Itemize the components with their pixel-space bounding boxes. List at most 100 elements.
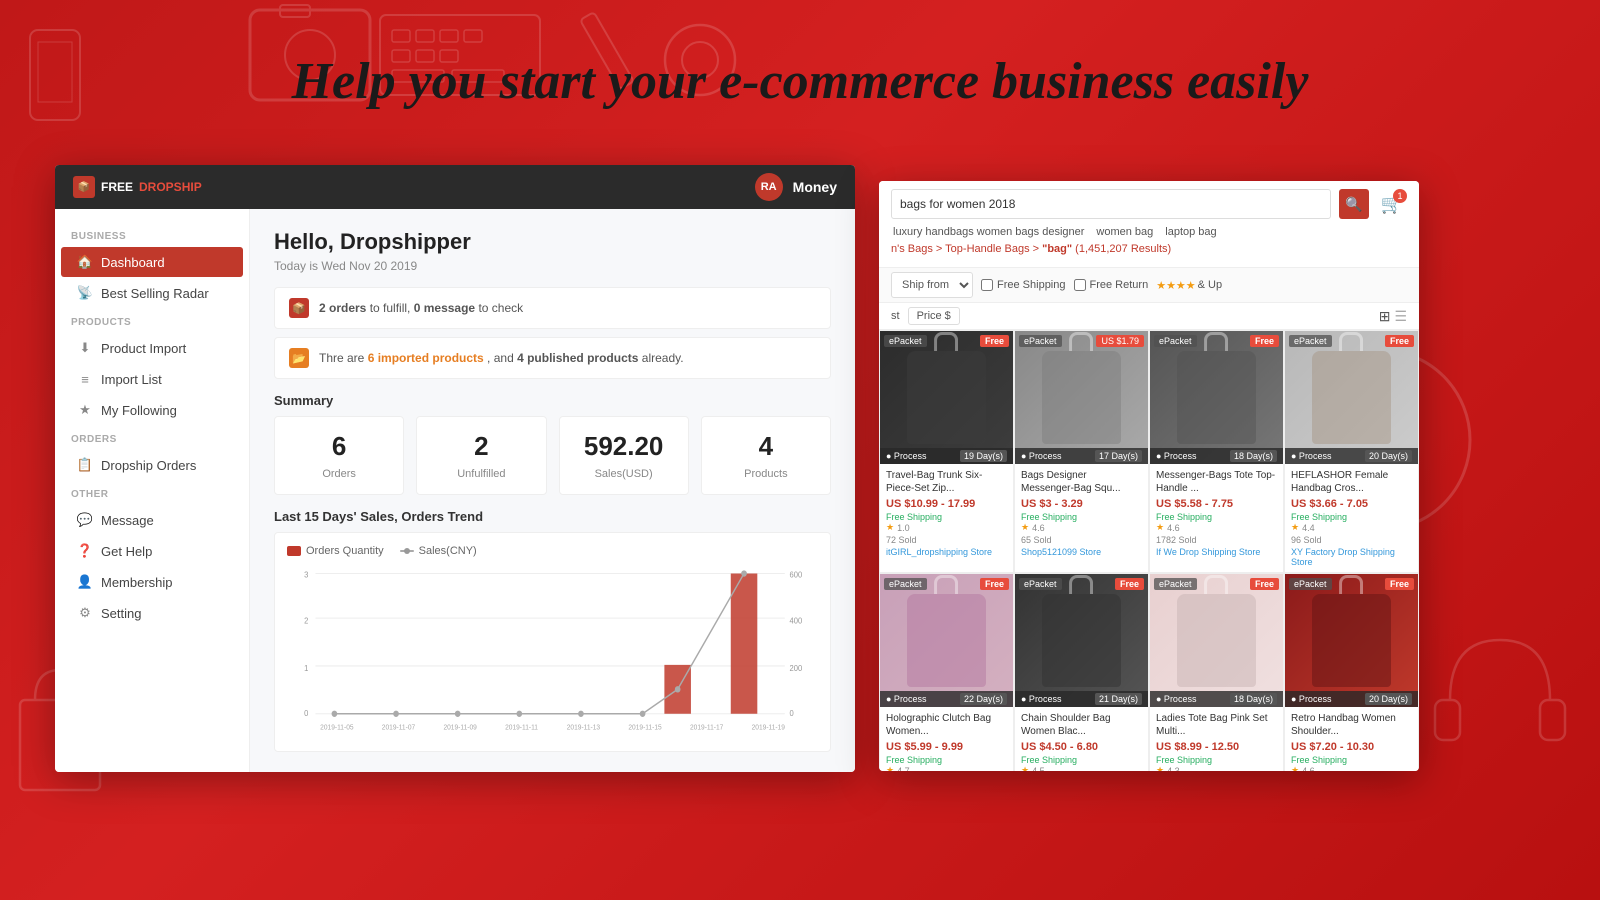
grid-view-icon[interactable]: ⊞ [1379,308,1391,325]
sidebar-item-following[interactable]: ★ My Following [61,395,243,425]
free-shipping-label: Free Shipping [997,279,1066,291]
process-bar-8: ● Process 20 Day(s) [1285,691,1418,707]
sales-value: 592.20 [570,431,678,462]
product-name-4: HEFLASHOR Female Handbag Cros... [1291,469,1412,495]
product-image-3: ePacket Free ● Process 18 Day(s) [1150,331,1283,464]
product-image-8: ePacket Free ● Process 20 Day(s) [1285,574,1418,707]
product-card-5[interactable]: ePacket Free ● Process 22 Day(s) Hologra… [879,573,1014,771]
free-shipping-checkbox[interactable] [981,279,993,291]
product-store-3: If We Drop Shipping Store [1156,547,1277,557]
packet-badge-8: ePacket [1289,578,1332,590]
sidebar-item-membership[interactable]: 👤 Membership [61,567,243,597]
svg-text:2019-11-19: 2019-11-19 [752,724,785,731]
legend-box-orders [287,546,301,556]
legend-line-sales [400,550,414,552]
product-shipping-7: Free Shipping [1156,755,1277,765]
sidebar-section-products: PRODUCTS [55,309,249,332]
product-price-3: US $5.58 - 7.75 [1156,498,1277,510]
price-badge-2: US $1.79 [1096,335,1144,347]
svg-text:2019-11-07: 2019-11-07 [382,724,415,731]
sidebar-item-import-list[interactable]: ≡ Import List [61,364,243,394]
sidebar-label-following: My Following [101,403,177,418]
alert-orders-text: 2 orders to fulfill, 0 message to check [319,301,523,315]
card-sales: 592.20 Sales(USD) [559,416,689,495]
products-label: Products [712,468,820,480]
sort-price-button[interactable]: Price $ [908,307,960,325]
hero-title: Help you start your e-commerce business … [292,52,1309,111]
product-price-8: US $7.20 - 10.30 [1291,741,1412,753]
product-card-2[interactable]: ePacket US $1.79 ● Process 17 Day(s) Bag… [1014,330,1149,573]
product-price-5: US $5.99 - 9.99 [886,741,1007,753]
product-card-7[interactable]: ePacket Free ● Process 18 Day(s) Ladies … [1149,573,1284,771]
svg-text:2019-11-13: 2019-11-13 [567,724,600,731]
product-name-5: Holographic Clutch Bag Women... [886,712,1007,738]
product-info-6: Chain Shoulder Bag Women Blac... US $4.5… [1015,707,1148,771]
sidebar-item-product-import[interactable]: ⬇ Product Import [61,333,243,363]
product-info-2: Bags Designer Messenger-Bag Squ... US $3… [1015,464,1148,562]
product-card-8[interactable]: ePacket Free ● Process 20 Day(s) Retro H… [1284,573,1419,771]
process-bar-3: ● Process 18 Day(s) [1150,448,1283,464]
price-badge-6: Free [1115,578,1144,590]
product-name-3: Messenger-Bags Tote Top-Handle ... [1156,469,1277,495]
packet-badge-5: ePacket [884,578,927,590]
price-badge-4: Free [1385,335,1414,347]
sales-label: Sales(USD) [570,468,678,480]
product-image-1: ePacket Free ● Process 19 Day(s) [880,331,1013,464]
cart-icon-wrap[interactable]: 🛒 1 [1377,189,1407,219]
product-search-input[interactable] [891,189,1331,219]
product-sold-2: 65 Sold [1021,535,1142,545]
product-shipping-4: Free Shipping [1291,512,1412,522]
sidebar-item-message[interactable]: 💬 Message [61,505,243,535]
product-shipping-8: Free Shipping [1291,755,1412,765]
product-card-1[interactable]: ePacket Free ● Process 19 Day(s) Travel-… [879,330,1014,573]
cart-badge: 1 [1393,189,1407,203]
product-store-2: Shop5121099 Store [1021,547,1142,557]
packet-badge-3: ePacket [1154,335,1197,347]
search-tags: luxury handbags women bags designer wome… [891,225,1407,239]
search-button[interactable]: 🔍 [1339,189,1369,219]
product-sold-1: 72 Sold [886,535,1007,545]
product-rating-8: ★4.6 [1291,765,1412,771]
membership-icon: 👤 [77,574,93,590]
product-card-3[interactable]: ePacket Free ● Process 18 Day(s) Messeng… [1149,330,1284,573]
sidebar-item-dashboard[interactable]: 🏠 Dashboard [61,247,243,277]
sidebar-item-best-selling[interactable]: 📡 Best Selling Radar [61,278,243,308]
sidebar-item-setting[interactable]: ⚙ Setting [61,598,243,628]
filter-row: Ship from Free Shipping Free Return ★★★★… [879,268,1419,303]
sidebar-label-membership: Membership [101,575,173,590]
product-shipping-1: Free Shipping [886,512,1007,522]
product-card-4[interactable]: ePacket Free ● Process 20 Day(s) HEFLASH… [1284,330,1419,573]
user-avatar[interactable]: RA [755,173,783,201]
legend-sales: Sales(CNY) [400,545,477,557]
tag-2[interactable]: women bag [1094,225,1155,239]
tag-1[interactable]: luxury handbags women bags designer [891,225,1086,239]
product-rating-3: ★4.6 [1156,522,1277,533]
sidebar-item-get-help[interactable]: ❓ Get Help [61,536,243,566]
sidebar-label-product-import: Product Import [101,341,186,356]
dashboard-window: 📦 FREE DROPSHIP RA Money BUSINESS 🏠 Dash… [55,165,855,772]
legend-label-sales: Sales(CNY) [419,545,477,557]
app-topbar: 📦 FREE DROPSHIP RA Money [55,165,855,209]
sidebar: BUSINESS 🏠 Dashboard 📡 Best Selling Rada… [55,209,250,772]
product-info-5: Holographic Clutch Bag Women... US $5.99… [880,707,1013,771]
card-orders: 6 Orders [274,416,404,495]
product-price-1: US $10.99 - 17.99 [886,498,1007,510]
sidebar-item-dropship-orders[interactable]: 📋 Dropship Orders [61,450,243,480]
product-shipping-3: Free Shipping [1156,512,1277,522]
ship-from-select[interactable]: Ship from [891,272,973,298]
legend-label-orders: Orders Quantity [306,545,384,557]
sidebar-section-business: BUSINESS [55,223,249,246]
chart-svg: 3 2 1 0 600 400 200 0 [287,565,818,735]
star-filter: ★★★★ & Up [1156,279,1222,292]
product-rating-7: ★4.3 [1156,765,1277,771]
product-rating-6: ★4.5 [1021,765,1142,771]
list-view-icon[interactable]: ☰ [1394,308,1407,325]
tag-3[interactable]: laptop bag [1163,225,1218,239]
product-rating-2: ★4.6 [1021,522,1142,533]
sidebar-label-message: Message [101,513,154,528]
product-sold-4: 96 Sold [1291,535,1412,545]
money-button[interactable]: Money [793,179,837,195]
packet-badge-4: ePacket [1289,335,1332,347]
free-return-checkbox[interactable] [1074,279,1086,291]
product-card-6[interactable]: ePacket Free ● Process 21 Day(s) Chain S… [1014,573,1149,771]
